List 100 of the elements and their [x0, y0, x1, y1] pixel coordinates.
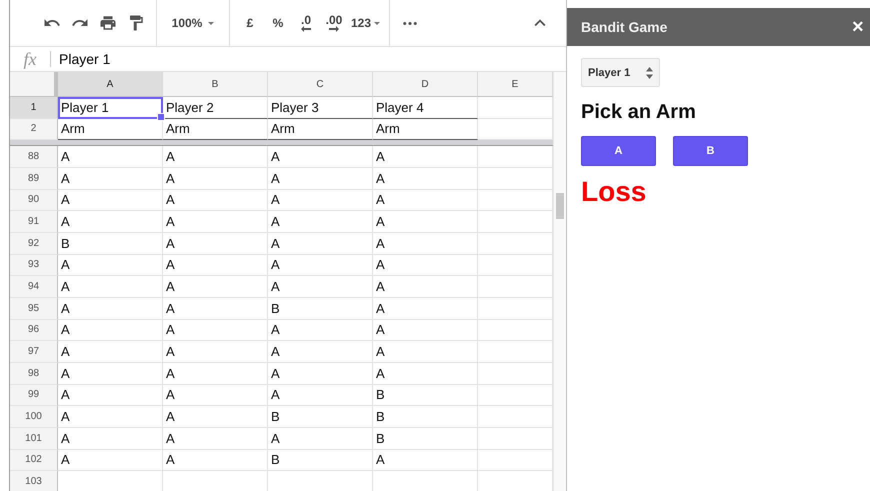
number-format-dropdown[interactable]: 123	[348, 10, 384, 36]
table-cell: A	[373, 362, 478, 385]
column-header[interactable]: A	[58, 72, 163, 97]
percent-button[interactable]: %	[264, 10, 292, 36]
row-header[interactable]: 102	[10, 450, 58, 472]
table-cell: B	[268, 406, 373, 428]
table-cell: A	[373, 211, 478, 233]
table-cell: A	[373, 298, 478, 320]
row-header[interactable]: 95	[10, 298, 58, 320]
table-cell: A	[58, 190, 163, 212]
table-cell: Player 3	[268, 97, 373, 119]
zoom-dropdown[interactable]: 100%	[163, 10, 223, 36]
table-cell: A	[58, 276, 163, 298]
row-header[interactable]: 90	[10, 190, 58, 212]
table-cell: A	[268, 384, 373, 406]
table-cell: A	[58, 298, 163, 320]
close-button[interactable]: ×	[852, 16, 870, 38]
row-header[interactable]: 100	[10, 406, 58, 428]
table-cell: A	[58, 146, 163, 168]
row-header[interactable]: 99	[10, 384, 58, 406]
table-cell: A	[268, 168, 373, 190]
table-cell: A	[268, 232, 373, 255]
table-cell: B	[268, 298, 373, 320]
panel-title: Bandit Game	[581, 19, 668, 35]
column-header[interactable]: D	[373, 72, 478, 97]
table-cell: Player 2	[163, 97, 268, 119]
row-header[interactable]: 88	[10, 146, 58, 168]
table-cell: A	[268, 254, 373, 276]
table-cell: A	[373, 232, 478, 255]
table-cell: A	[58, 320, 163, 342]
table-cell: A	[163, 190, 268, 212]
table-cell: B	[268, 450, 373, 472]
selected-cell: Player 1	[58, 97, 163, 119]
table-cell: A	[373, 320, 478, 342]
paint-roller-icon	[127, 14, 145, 32]
table-cell: A	[58, 384, 163, 406]
row-header[interactable]: 96	[10, 320, 58, 342]
arm-button[interactable]: B	[673, 136, 748, 166]
row-header[interactable]: 91	[10, 211, 58, 233]
table-cell: A	[58, 406, 163, 428]
row-header[interactable]: 97	[10, 341, 58, 363]
formula-label: fx	[22, 48, 38, 70]
table-cell: Player 4	[373, 97, 478, 119]
table-cell: A	[163, 211, 268, 233]
table-cell: A	[163, 406, 268, 428]
column-header[interactable]: E	[478, 72, 553, 97]
table-cell: A	[163, 362, 268, 385]
table-cell: A	[58, 450, 163, 472]
print-icon	[99, 14, 117, 32]
table-cell: B	[58, 232, 163, 255]
spinner-icon	[646, 66, 654, 78]
player-select[interactable]: Player 1	[581, 58, 660, 87]
fill-handle[interactable]	[157, 112, 165, 121]
arm-button[interactable]: A	[581, 136, 656, 166]
column-header[interactable]: C	[268, 72, 373, 97]
row-header[interactable]: 101	[10, 428, 58, 450]
table-cell: A	[163, 428, 268, 450]
row-header[interactable]: 98	[10, 362, 58, 385]
table-cell: A	[163, 276, 268, 298]
table-cell: A	[163, 384, 268, 406]
row-header[interactable]: 93	[10, 254, 58, 276]
table-cell: A	[373, 341, 478, 363]
row-header[interactable]: 103	[10, 471, 58, 491]
column-header[interactable]: B	[163, 72, 268, 97]
currency-button[interactable]: £	[236, 10, 264, 36]
right-arrow-icon	[329, 26, 339, 32]
table-cell: A	[163, 320, 268, 342]
result-text: Loss	[581, 176, 646, 208]
row-header[interactable]: 2	[10, 118, 58, 140]
scrollbar-thumb[interactable]	[556, 193, 564, 219]
table-cell: A	[58, 341, 163, 363]
table-cell: A	[268, 190, 373, 212]
table-cell: B	[373, 428, 478, 450]
table-cell: A	[373, 168, 478, 190]
row-header[interactable]: 92	[10, 232, 58, 255]
panel-heading: Pick an Arm	[581, 101, 696, 124]
table-cell: B	[373, 406, 478, 428]
formula-input[interactable]: Player 1	[59, 51, 110, 67]
table-cell: B	[373, 384, 478, 406]
table-cell: A	[58, 254, 163, 276]
table-cell: A	[268, 428, 373, 450]
row-header[interactable]: 94	[10, 276, 58, 298]
table-cell: A	[163, 168, 268, 190]
table-cell: A	[163, 298, 268, 320]
table-cell: A	[58, 168, 163, 190]
table-cell: A	[373, 254, 478, 276]
table-cell: A	[58, 211, 163, 233]
row-header[interactable]: 1	[10, 97, 58, 119]
table-cell: A	[268, 276, 373, 298]
table-cell: A	[373, 190, 478, 212]
row-header[interactable]: 89	[10, 168, 58, 190]
table-cell: A	[268, 362, 373, 385]
table-cell: A	[268, 146, 373, 168]
more-icon	[403, 22, 418, 24]
table-cell: A	[373, 146, 478, 168]
table-cell: A	[373, 276, 478, 298]
increase-decimals-button[interactable]: .00	[320, 10, 348, 36]
table-cell: A	[163, 450, 268, 472]
table-cell: A	[163, 146, 268, 168]
decrease-decimals-button[interactable]: .0	[292, 10, 320, 36]
